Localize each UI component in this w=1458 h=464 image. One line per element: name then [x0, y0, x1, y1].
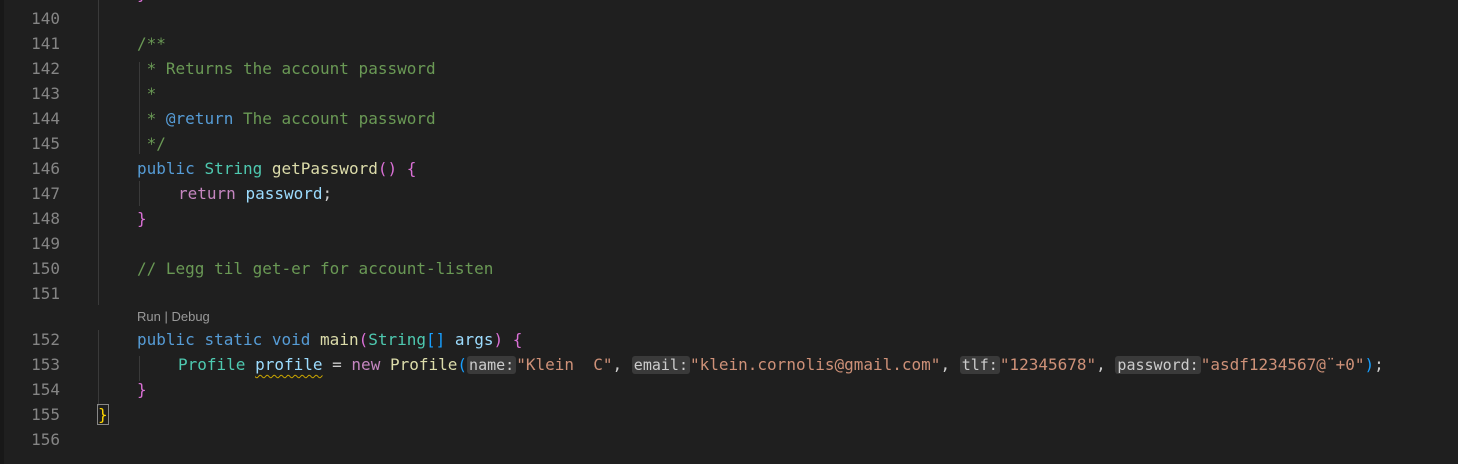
code-line[interactable]: * Returns the account password: [137, 56, 436, 81]
code-line[interactable]: Profile profile = new Profile(name: "Klei…: [178, 352, 1384, 377]
inlay-hint: tlf:: [959, 356, 1000, 374]
string-literal: "klein.cornolis@gmail.com": [689, 355, 941, 374]
assignment: =: [322, 355, 352, 374]
line-number: 154: [31, 380, 60, 399]
paren: (): [377, 159, 398, 178]
semicolon: ;: [1374, 355, 1384, 374]
javadoc-tag: @return: [165, 109, 234, 128]
type-name: String: [204, 159, 263, 178]
comment-text: The account password: [233, 109, 436, 128]
indent-guide: [98, 330, 99, 406]
line-number: 153: [31, 355, 60, 374]
variable: password: [245, 184, 323, 203]
string-literal: "Klein C": [516, 355, 613, 374]
keyword: return: [178, 184, 236, 203]
opening-brace: {: [512, 330, 523, 349]
keyword: public: [137, 159, 195, 178]
type-name: Profile: [178, 355, 246, 374]
closing-brace: }: [137, 0, 147, 3]
code-line[interactable]: public static void main(String[] args) {: [137, 327, 522, 352]
type-name: String: [368, 330, 427, 349]
constructor-name: Profile: [389, 355, 458, 374]
code-line[interactable]: */: [137, 131, 166, 156]
method-name: getPassword: [271, 159, 378, 178]
code-line[interactable]: // Legg til get-er for account-listen: [137, 256, 493, 281]
semicolon: ;: [322, 184, 333, 203]
keyword: new: [351, 355, 381, 374]
line-number: 146: [31, 159, 60, 178]
opening-brace: {: [406, 159, 417, 178]
code-line[interactable]: return password;: [178, 181, 332, 206]
comma: ,: [612, 355, 632, 374]
inlay-hint: name:: [467, 356, 517, 374]
string-literal: "12345678": [999, 355, 1097, 374]
string-literal: "asdf1234567@¨+0": [1200, 355, 1365, 374]
line-number: 156: [31, 430, 60, 449]
line-number: 142: [31, 59, 60, 78]
comma: ,: [940, 355, 960, 374]
array-brackets: []: [426, 330, 446, 349]
line-number: 143: [31, 84, 60, 103]
line-number: 148: [31, 209, 60, 228]
paren: (: [457, 355, 468, 374]
run-codelens[interactable]: Run: [137, 309, 161, 324]
paren: (: [358, 330, 369, 349]
closing-brace: }: [137, 380, 147, 399]
debug-codelens[interactable]: Debug: [171, 309, 209, 324]
code-line[interactable]: /**: [137, 31, 166, 56]
line-number: 141: [31, 34, 60, 53]
codelens: Run | Debug: [137, 308, 210, 326]
comma: ,: [1096, 355, 1116, 374]
line-number: 155: [31, 405, 60, 424]
parameter: args: [454, 330, 494, 349]
paren: ): [493, 330, 504, 349]
keyword: void: [271, 330, 311, 349]
line-number: 147: [31, 184, 60, 203]
keyword: static: [204, 330, 263, 349]
code-line[interactable]: *: [137, 81, 157, 106]
code-line[interactable]: }: [137, 0, 147, 6]
paren: ): [1364, 355, 1375, 374]
keyword: public: [137, 330, 195, 349]
inlay-hint: email:: [631, 356, 690, 374]
code-editor[interactable]: 140 141 142 143 144 145 146 147 148 149 …: [0, 0, 1458, 464]
code-line[interactable]: public String getPassword() {: [137, 156, 416, 181]
line-number: 149: [31, 234, 60, 253]
code-line[interactable]: }: [137, 206, 147, 231]
line-number: 150: [31, 259, 60, 278]
inlay-hint: password:: [1115, 356, 1201, 374]
code-line[interactable]: }: [97, 402, 109, 427]
indent-guide: [98, 0, 99, 305]
code-line[interactable]: * @return The account password: [137, 106, 436, 131]
closing-brace: }: [137, 209, 147, 228]
method-name: main: [320, 330, 359, 349]
code-line[interactable]: }: [137, 377, 147, 402]
line-number: 144: [31, 109, 60, 128]
warning-variable[interactable]: profile: [255, 355, 322, 374]
codelens-separator: |: [160, 309, 172, 324]
line-number: 151: [31, 284, 60, 303]
line-number: 145: [31, 134, 60, 153]
comment-text: *: [137, 109, 166, 128]
line-number: 140: [31, 9, 60, 28]
indent-guide: [139, 181, 140, 206]
class-closing-brace: }: [97, 404, 109, 425]
line-number: 152: [31, 330, 60, 349]
